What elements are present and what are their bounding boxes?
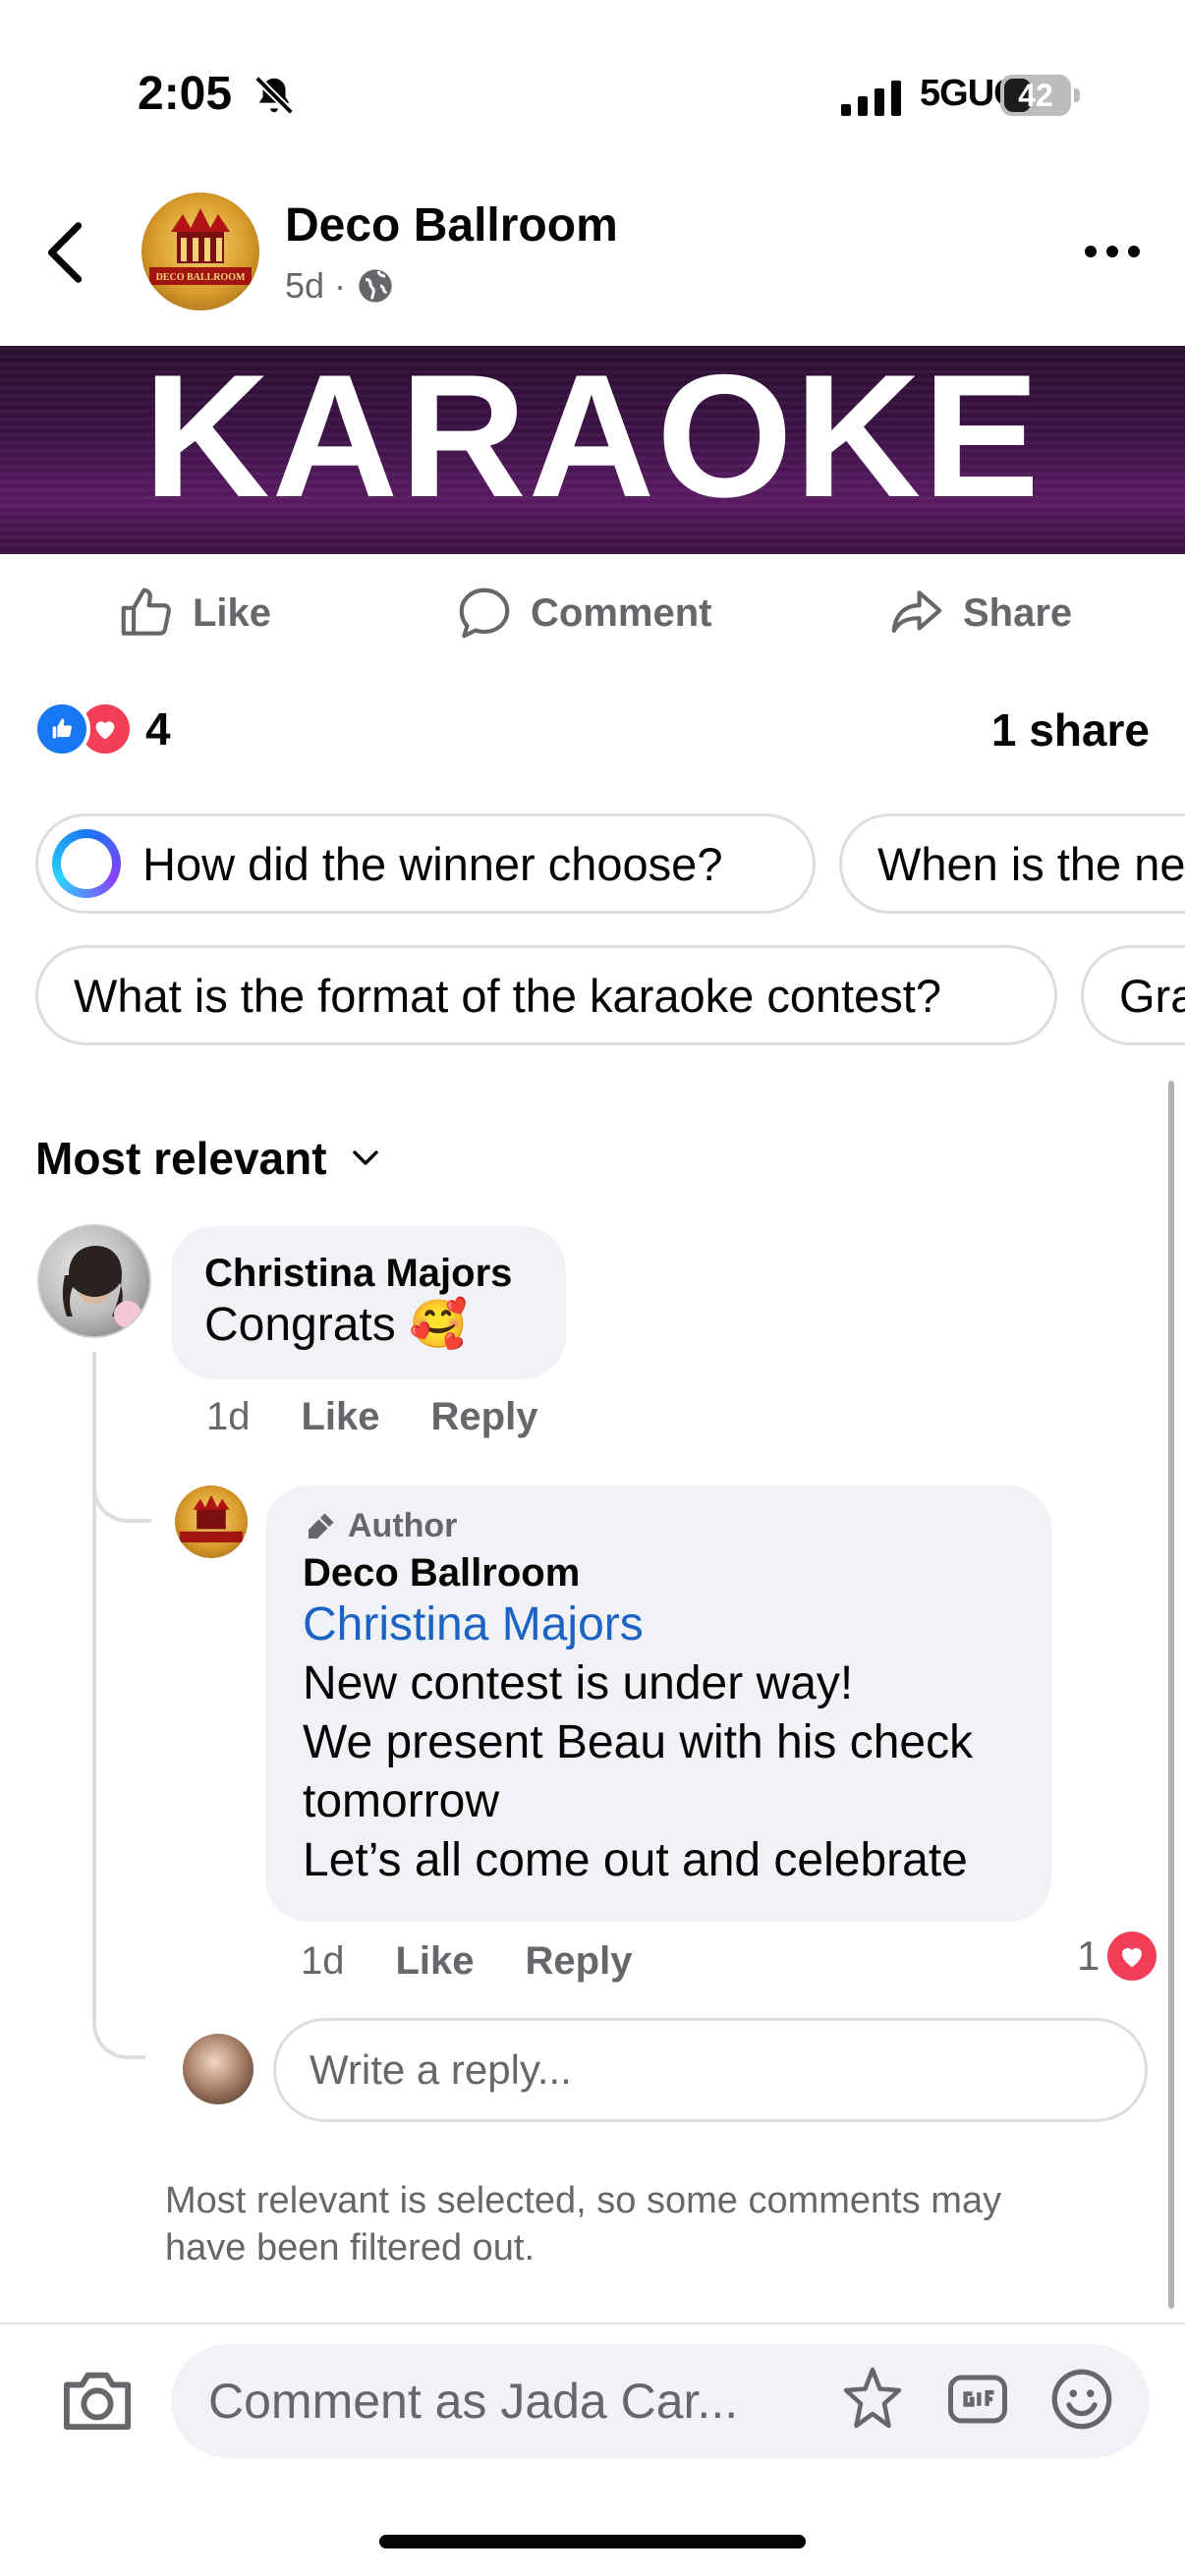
reply-avatar[interactable] — [175, 1485, 248, 1558]
reply-author[interactable]: Deco Ballroom — [303, 1551, 1014, 1596]
like-label: Like — [193, 590, 272, 635]
banner-title: KARAOKE — [143, 346, 1042, 533]
comment-author[interactable]: Christina Majors — [204, 1252, 533, 1296]
microphone-icon — [309, 1513, 334, 1539]
reply-line: tomorrow — [303, 1775, 500, 1827]
love-reaction-icon — [1107, 1932, 1157, 1981]
suggestion-text: How did the winner choose? — [142, 837, 723, 890]
comment-bubble[interactable]: Christina Majors Congrats 🥰 — [171, 1226, 566, 1379]
comment-label: Comment — [531, 590, 712, 635]
like-reaction-icon — [33, 700, 90, 757]
share-arrow-icon — [891, 590, 942, 634]
author-badge-label: Author — [348, 1507, 458, 1544]
suggestion-chip[interactable]: Gra — [1081, 945, 1185, 1045]
avatar[interactable] — [37, 1224, 151, 1338]
suggestion-chip[interactable]: How did the winner choose? — [35, 813, 816, 914]
comment-sort-dropdown[interactable]: Most relevant — [35, 1132, 382, 1185]
sort-label: Most relevant — [35, 1133, 327, 1184]
reply-bubble[interactable]: Author Deco Ballroom Christina Majors Ne… — [265, 1485, 1051, 1922]
share-button[interactable]: Share — [886, 584, 1072, 643]
reply-line: New contest is under way! — [303, 1657, 854, 1709]
comment-like-button[interactable]: Like — [302, 1395, 380, 1439]
reply-meta: 1d Like Reply — [301, 1939, 632, 1984]
suggestion-text: What is the format of the karaoke contes… — [74, 969, 941, 1022]
comment-reply-button[interactable]: Reply — [431, 1395, 538, 1439]
post-image[interactable]: KARAOKE — [0, 346, 1185, 554]
comment-button[interactable]: Comment — [454, 584, 711, 643]
thumbs-up-icon — [121, 588, 171, 636]
thread-connector — [92, 1352, 151, 1523]
meta-ai-icon — [52, 829, 121, 898]
reaction-count: 4 — [145, 703, 171, 755]
scrollbar[interactable] — [1168, 1081, 1174, 2309]
meta-separator: · — [334, 265, 347, 306]
bell-off-icon — [254, 76, 294, 115]
crown-logo-icon — [179, 1494, 244, 1542]
reply-age: 1d — [301, 1939, 345, 1983]
page-title[interactable]: Deco Ballroom — [285, 198, 618, 252]
suggestion-chip[interactable]: What is the format of the karaoke contes… — [35, 945, 1057, 1045]
battery-icon: 42 — [1000, 75, 1083, 118]
reply-reply-button[interactable]: Reply — [526, 1939, 633, 1984]
share-label: Share — [963, 590, 1073, 635]
comment-text: Congrats 🥰 — [204, 1299, 468, 1351]
home-indicator[interactable] — [379, 2535, 806, 2548]
current-user-avatar — [183, 2034, 254, 2104]
author-badge: Author — [303, 1507, 1014, 1545]
avatar-logo-text: DECO BALLROOM — [156, 272, 246, 283]
reply-reaction-count: 1 — [1077, 1932, 1100, 1979]
globe-icon — [359, 269, 392, 303]
status-time: 2:05 — [138, 68, 233, 120]
post-age: 5d — [285, 265, 325, 306]
reply-reactions[interactable]: 1 — [1077, 1932, 1157, 1981]
suggestion-text: Gra — [1119, 969, 1185, 1022]
reply-placeholder: Write a reply... — [310, 2046, 572, 2093]
reply-like-button[interactable]: Like — [396, 1939, 475, 1984]
page-avatar[interactable]: DECO BALLROOM — [141, 193, 259, 310]
composer-placeholder: Comment as Jada Car... — [208, 2374, 739, 2429]
back-icon[interactable] — [39, 218, 94, 287]
mention-link[interactable]: Christina Majors — [303, 1596, 1014, 1654]
comment-icon — [459, 588, 510, 639]
comment-composer[interactable]: Comment as Jada Car... — [171, 2344, 1150, 2458]
sticker-icon[interactable] — [837, 2364, 908, 2435]
comment-age: 1d — [206, 1395, 251, 1438]
battery-level: 42 — [1018, 78, 1053, 113]
comment-meta: 1d Like Reply — [206, 1395, 537, 1439]
reply-input[interactable]: Write a reply... — [273, 2018, 1148, 2122]
reaction-summary[interactable]: 4 — [33, 700, 171, 758]
post-meta: 5d · — [285, 265, 395, 307]
gif-icon[interactable] — [945, 2367, 1010, 2432]
reply-line: Let’s all come out and celebrate — [303, 1834, 968, 1886]
emoji-icon[interactable] — [1047, 2365, 1116, 2434]
signal-icon — [841, 81, 901, 116]
chevron-down-icon — [352, 1150, 378, 1165]
more-options-icon[interactable] — [1081, 232, 1144, 271]
filter-note: Most relevant is selected, so some comme… — [165, 2180, 1002, 2268]
crown-logo-icon: DECO BALLROOM — [149, 208, 252, 285]
suggestion-chip[interactable]: When is the ne — [839, 813, 1185, 914]
reply-line: We present Beau with his check — [303, 1716, 974, 1768]
like-button[interactable]: Like — [116, 584, 271, 643]
suggestion-text: When is the ne — [877, 837, 1185, 890]
camera-icon[interactable] — [59, 2366, 136, 2435]
share-count[interactable]: 1 share — [991, 703, 1150, 756]
